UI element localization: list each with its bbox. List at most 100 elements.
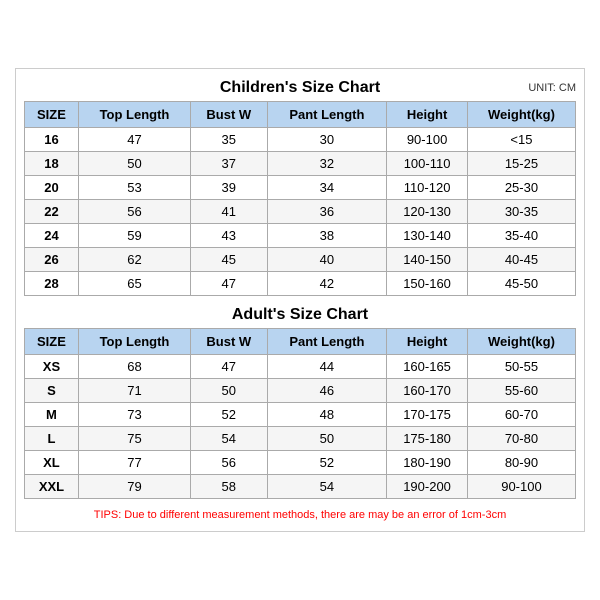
table-cell: 37 [191,152,268,176]
table-cell: 130-140 [387,224,468,248]
table-cell: 22 [25,200,79,224]
table-cell: 68 [78,355,190,379]
table-row: L755450175-18070-80 [25,427,576,451]
header-pant-length: Pant Length [267,102,387,128]
table-cell: 190-200 [387,475,468,499]
table-cell: 41 [191,200,268,224]
table-row: S715046160-17055-60 [25,379,576,403]
table-cell: M [25,403,79,427]
table-cell: 40 [267,248,387,272]
adult-title-row: Adult's Size Chart [24,306,576,324]
header-weight: Weight(kg) [467,102,575,128]
children-size-table: SIZE Top Length Bust W Pant Length Heigh… [24,101,576,296]
table-cell: 65 [78,272,190,296]
table-row: M735248170-17560-70 [25,403,576,427]
table-cell: 48 [267,403,387,427]
table-cell: 180-190 [387,451,468,475]
table-cell: 59 [78,224,190,248]
table-cell: S [25,379,79,403]
table-cell: 26 [25,248,79,272]
table-row: 1647353090-100<15 [25,128,576,152]
table-cell: XS [25,355,79,379]
table-cell: 43 [191,224,268,248]
table-row: 28654742150-16045-50 [25,272,576,296]
table-cell: 54 [267,475,387,499]
chart-wrapper: Children's Size Chart UNIT: CM SIZE Top … [15,68,585,532]
adult-header-bust-w: Bust W [191,329,268,355]
table-cell: 45 [191,248,268,272]
adult-size-table: SIZE Top Length Bust W Pant Length Heigh… [24,328,576,499]
header-bust-w: Bust W [191,102,268,128]
table-cell: 34 [267,176,387,200]
table-cell: 46 [267,379,387,403]
adult-header-top-length: Top Length [78,329,190,355]
table-cell: 25-30 [467,176,575,200]
table-cell: L [25,427,79,451]
table-cell: 40-45 [467,248,575,272]
table-cell: 45-50 [467,272,575,296]
table-cell: 90-100 [467,475,575,499]
header-top-length: Top Length [78,102,190,128]
table-cell: 75 [78,427,190,451]
adult-header-pant-length: Pant Length [267,329,387,355]
table-cell: 56 [78,200,190,224]
table-cell: <15 [467,128,575,152]
table-cell: 28 [25,272,79,296]
table-cell: 47 [78,128,190,152]
children-header-row: SIZE Top Length Bust W Pant Length Heigh… [25,102,576,128]
unit-label: UNIT: CM [528,82,576,94]
table-cell: 100-110 [387,152,468,176]
table-cell: 110-120 [387,176,468,200]
table-cell: 50 [267,427,387,451]
table-cell: 30-35 [467,200,575,224]
table-cell: 160-170 [387,379,468,403]
table-cell: 42 [267,272,387,296]
table-cell: 50-55 [467,355,575,379]
adult-header-row: SIZE Top Length Bust W Pant Length Heigh… [25,329,576,355]
table-cell: 70-80 [467,427,575,451]
table-row: XL775652180-19080-90 [25,451,576,475]
table-cell: 58 [191,475,268,499]
table-cell: 16 [25,128,79,152]
table-cell: XXL [25,475,79,499]
table-cell: 18 [25,152,79,176]
table-row: 24594338130-14035-40 [25,224,576,248]
table-row: 22564136120-13030-35 [25,200,576,224]
table-cell: 62 [78,248,190,272]
table-cell: 36 [267,200,387,224]
table-cell: 38 [267,224,387,248]
table-cell: 175-180 [387,427,468,451]
table-cell: 47 [191,272,268,296]
children-title-row: Children's Size Chart UNIT: CM [24,79,576,97]
table-cell: 60-70 [467,403,575,427]
children-title: Children's Size Chart [220,79,380,97]
table-cell: 71 [78,379,190,403]
table-cell: 170-175 [387,403,468,427]
table-cell: 44 [267,355,387,379]
table-cell: 15-25 [467,152,575,176]
table-cell: 52 [267,451,387,475]
table-cell: 35 [191,128,268,152]
table-cell: 140-150 [387,248,468,272]
adult-title: Adult's Size Chart [232,306,368,324]
table-cell: 160-165 [387,355,468,379]
table-cell: 30 [267,128,387,152]
table-cell: 35-40 [467,224,575,248]
table-cell: 32 [267,152,387,176]
tips-text: TIPS: Due to different measurement metho… [24,509,576,521]
table-cell: 56 [191,451,268,475]
table-row: XXL795854190-20090-100 [25,475,576,499]
table-cell: 73 [78,403,190,427]
table-cell: 79 [78,475,190,499]
table-cell: 54 [191,427,268,451]
adult-header-size: SIZE [25,329,79,355]
table-cell: 50 [78,152,190,176]
table-cell: 20 [25,176,79,200]
adult-header-weight: Weight(kg) [467,329,575,355]
table-row: 20533934110-12025-30 [25,176,576,200]
table-cell: 53 [78,176,190,200]
header-size: SIZE [25,102,79,128]
table-cell: 80-90 [467,451,575,475]
table-cell: 24 [25,224,79,248]
table-cell: 55-60 [467,379,575,403]
